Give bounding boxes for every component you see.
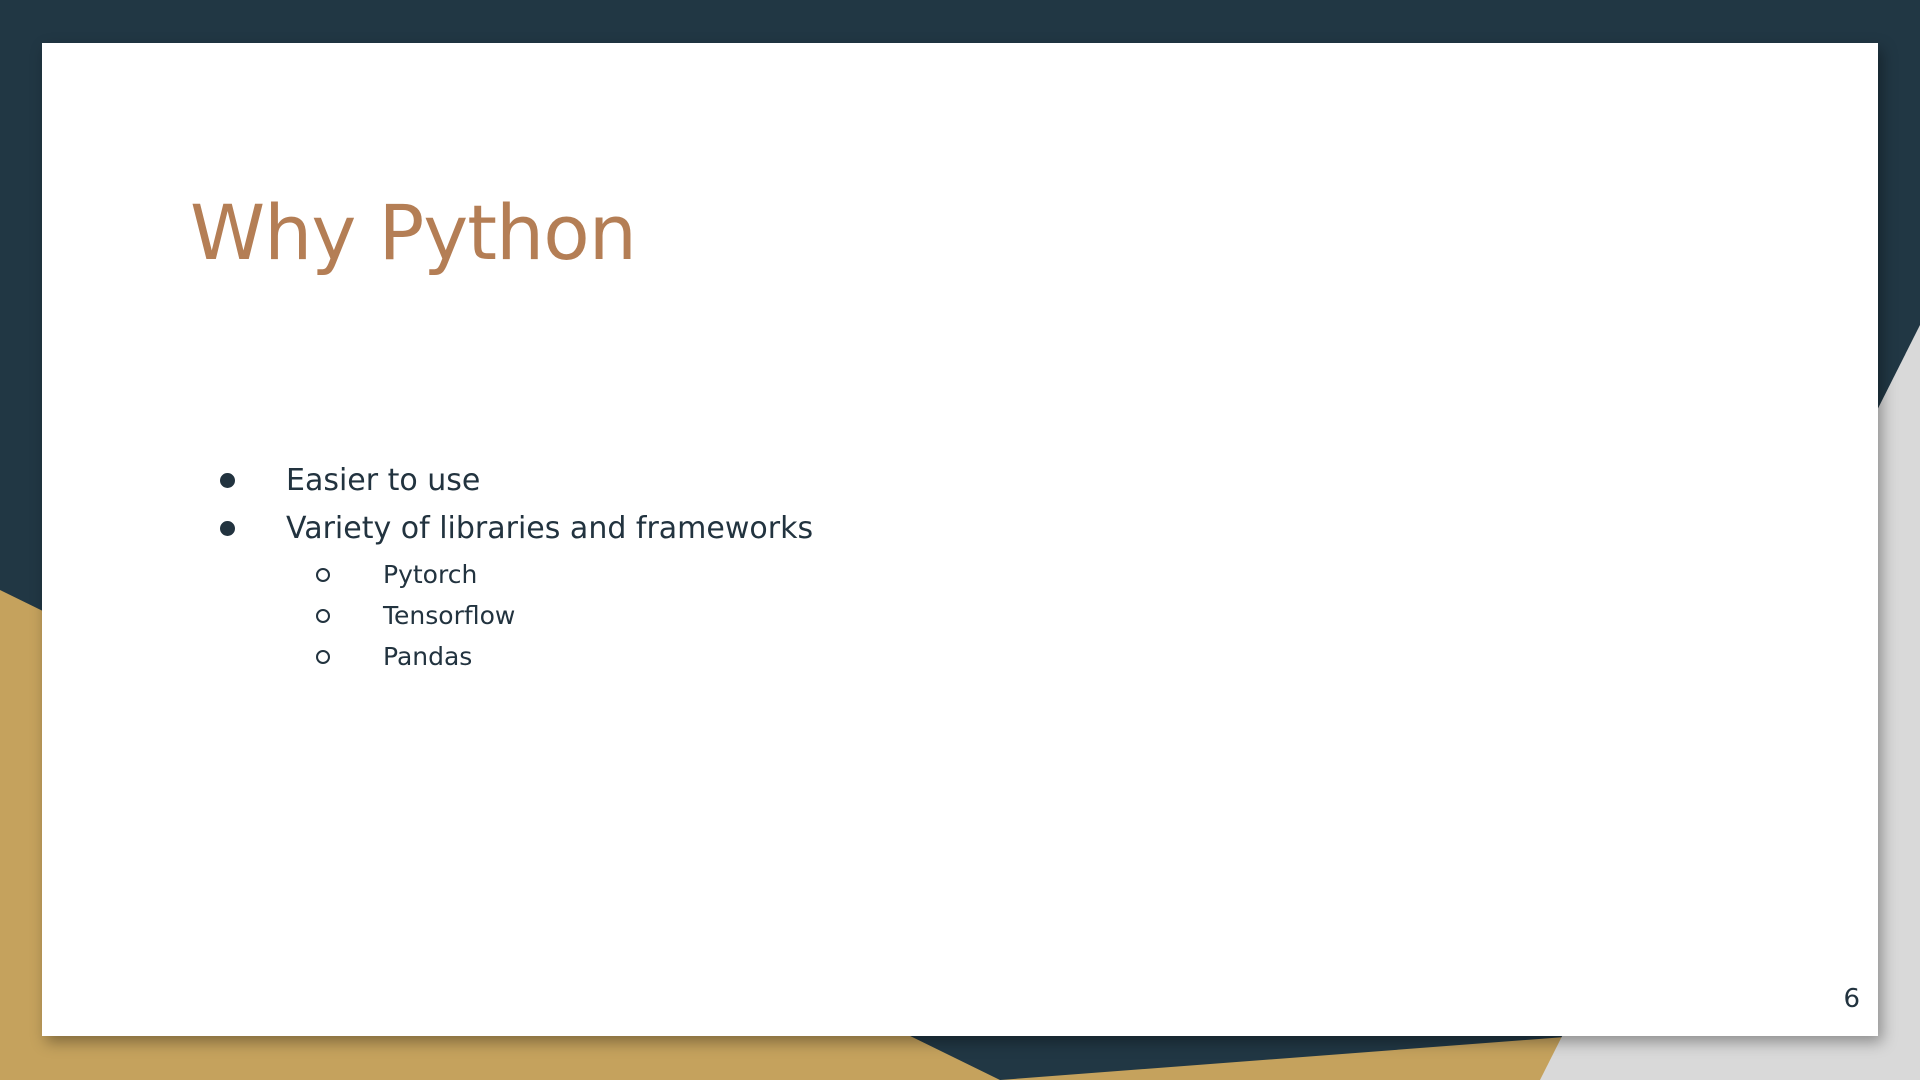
bullet-circle-icon [316,568,330,582]
bullet-text: Variety of libraries and frameworks [286,509,813,549]
bullet-circle-icon [316,650,330,664]
bullet-disc-icon [220,473,235,488]
bullet-disc-icon [220,521,235,536]
slide-title: Why Python [190,195,636,271]
sub-bullet-text: Pytorch [383,557,477,593]
sub-bullet-text: Pandas [383,639,472,675]
sub-bullet-text: Tensorflow [383,598,515,634]
bullet-text: Easier to use [286,461,480,501]
page-number: 6 [1843,984,1860,1014]
slide-canvas: Why Python Easier to use Variety of libr… [42,43,1878,1036]
bullet-circle-icon [316,609,330,623]
